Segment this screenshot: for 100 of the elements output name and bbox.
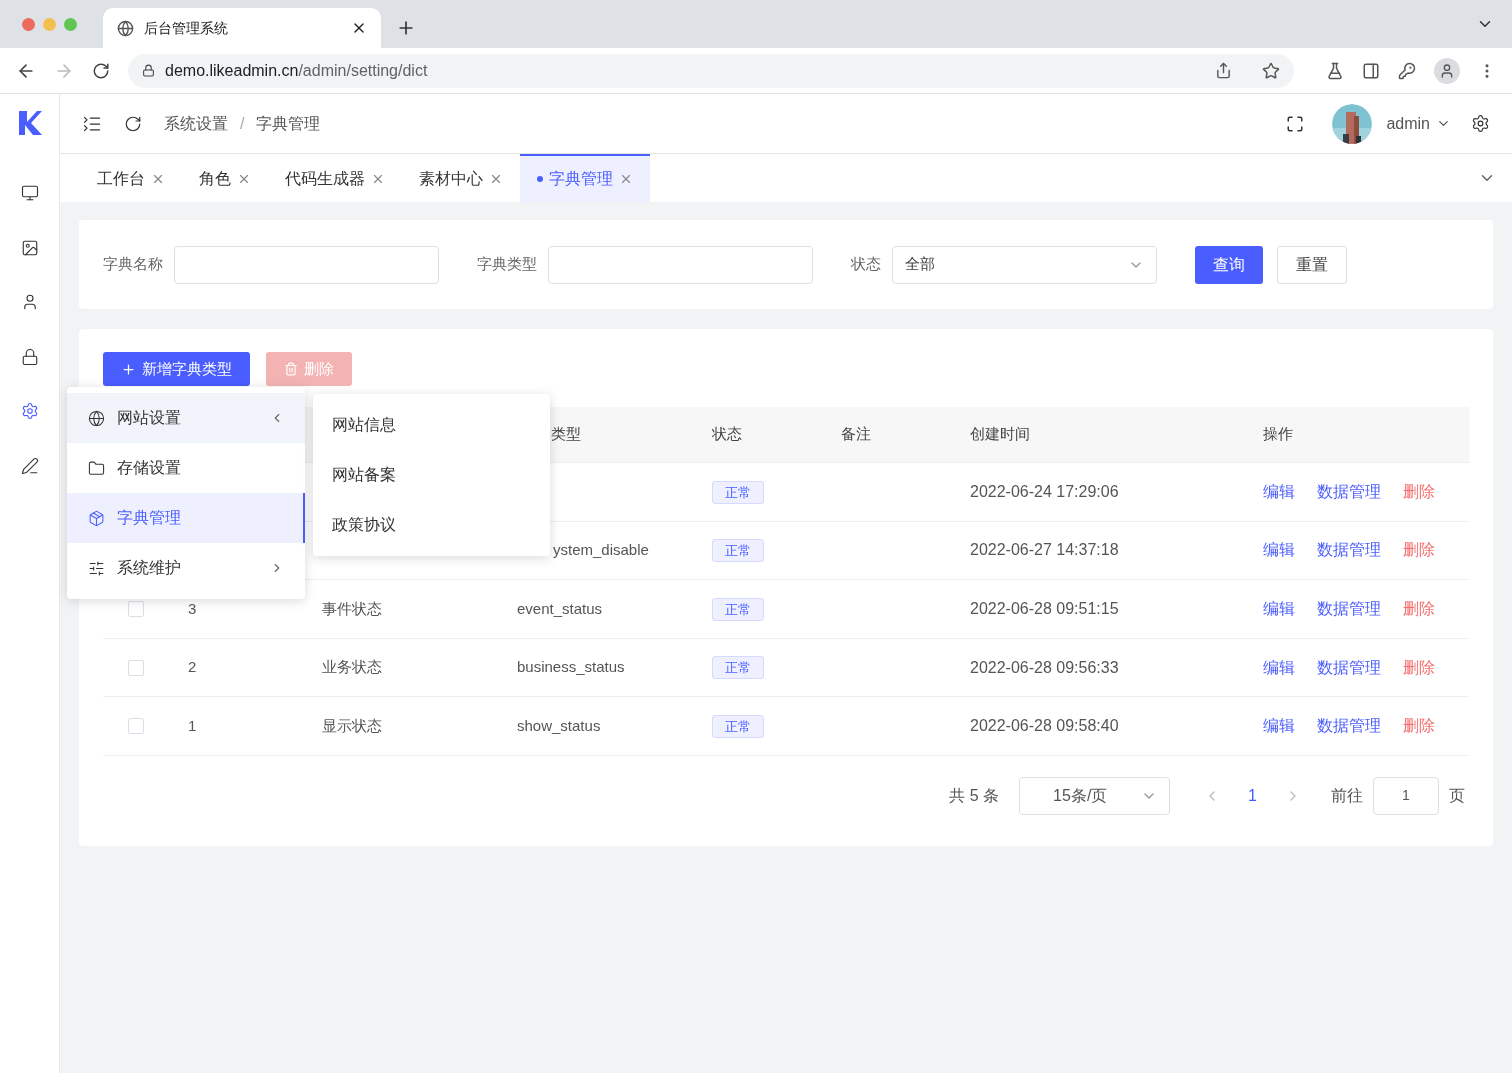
delete-link[interactable]: 删除 [1403,538,1435,563]
user-dropdown[interactable]: admin [1386,111,1451,136]
goto-label: 前往 [1331,785,1363,806]
submenu-item[interactable]: 网站备案 [313,450,550,500]
page-tab[interactable]: 字典管理 [520,154,650,202]
delete-link[interactable]: 删除 [1403,597,1435,621]
menu-item[interactable]: 系统维护 [67,543,305,593]
url-text: demo.likeadmin.cn/admin/setting/dict [165,60,429,81]
table-cell: 2022-06-24 17:29:06 [970,482,1119,500]
fullscreen-icon[interactable] [1286,114,1305,133]
table-cell: ystem_disable [553,541,649,559]
edit-link[interactable]: 编辑 [1263,538,1295,563]
edit-link[interactable]: 编辑 [1263,597,1295,621]
status-select[interactable]: 全部 [892,245,1157,284]
data-manage-link[interactable]: 数据管理 [1317,714,1381,739]
status-tag: 正常 [712,714,764,738]
edit-link[interactable]: 编辑 [1263,655,1295,680]
plus-icon [121,361,136,377]
page-size-select[interactable]: 15条/页 [1019,776,1171,815]
breadcrumb-item: 字典管理 [256,113,321,134]
table-cell: 2022-06-28 09:56:33 [970,658,1119,676]
data-manage-link[interactable]: 数据管理 [1317,479,1381,504]
row-checkbox[interactable] [127,718,144,735]
status-tag: 正常 [712,480,764,504]
browser-tab[interactable]: 后台管理系统 [103,8,381,48]
flask-icon[interactable] [1326,61,1344,80]
breadcrumb-separator: / [240,113,245,134]
address-bar[interactable]: demo.likeadmin.cn/admin/setting/dict [128,53,1294,88]
globe-icon [117,19,134,37]
status-tag: 正常 [712,597,764,621]
menu-item[interactable]: 存储设置 [67,443,305,493]
delete-link[interactable]: 删除 [1403,714,1435,739]
search-field[interactable] [174,245,439,284]
reload-icon[interactable] [92,61,110,80]
table-cell: event_status [517,599,603,617]
image-icon[interactable] [20,238,39,257]
monitor-icon[interactable] [20,184,39,203]
globe-icon [88,409,105,427]
edit-link[interactable]: 编辑 [1263,479,1295,504]
trash-icon [284,362,298,376]
page-tab[interactable]: 代码生成器 [268,154,402,202]
pen-icon[interactable] [20,456,39,475]
page-tab[interactable]: 工作台 [80,154,182,202]
table-cell: business_status [517,658,625,676]
share-icon[interactable] [1215,62,1232,79]
settings-icon[interactable] [1471,114,1490,133]
status-tag: 正常 [712,539,764,563]
profile-icon[interactable] [1434,57,1460,84]
submenu-item[interactable]: 政策协议 [313,500,550,550]
column-header: 操作 [1263,425,1293,443]
key-icon[interactable] [1398,61,1416,80]
data-manage-link[interactable]: 数据管理 [1317,597,1381,621]
table-cell: 事件状态 [322,599,382,617]
query-button[interactable]: 查询 [1195,245,1263,284]
logo-icon [16,110,43,136]
table-cell: 2022-06-28 09:58:40 [970,717,1119,735]
folder-icon [88,459,105,477]
sliders-icon [88,559,105,577]
lock-icon [142,64,155,77]
table-cell: show_status [517,716,601,734]
menu-item[interactable]: 网站设置 [67,393,305,443]
tab-title: 后台管理系统 [144,18,229,38]
data-manage-link[interactable]: 数据管理 [1317,655,1381,680]
reset-button[interactable]: 重置 [1277,245,1347,284]
goto-page-field[interactable]: 1 [1373,776,1439,815]
row-checkbox[interactable] [127,659,144,676]
edit-link[interactable]: 编辑 [1263,714,1295,739]
star-icon[interactable] [1262,61,1280,80]
menu-item[interactable]: 字典管理 [67,493,305,543]
refresh-icon[interactable] [124,114,142,133]
add-button[interactable]: 新增字典类型 [103,352,250,386]
search-field[interactable] [548,245,813,284]
column-header: 状态 [712,425,742,443]
data-manage-link[interactable]: 数据管理 [1317,538,1381,563]
total-count: 共 5 条 [949,785,1000,806]
lock-icon[interactable] [20,347,39,366]
breadcrumb-item[interactable]: 系统设置 [164,111,228,136]
box-icon [88,509,105,527]
column-header: 备注 [841,425,871,443]
row-checkbox[interactable] [127,601,144,617]
table-cell: 业务状态 [322,658,382,676]
page-unit-label: 页 [1449,785,1465,806]
column-header: 创建时间 [970,425,1030,443]
table-cell: 2 [188,658,197,676]
field-label: 字典类型 [477,254,537,275]
page-tab[interactable]: 素材中心 [402,154,520,202]
side-panel-icon[interactable] [1362,61,1380,80]
status-tag: 正常 [712,656,764,680]
page-number[interactable]: 1 [1248,783,1257,808]
table-cell: 2022-06-28 09:51:15 [970,600,1119,617]
page-tab[interactable]: 角色 [182,154,268,202]
table-cell: 显示状态 [322,716,382,734]
delete-link[interactable]: 删除 [1403,479,1435,504]
table-cell: 3 [188,599,197,617]
table-cell: 1 [188,716,197,734]
field-label: 字典名称 [103,254,163,275]
column-header: 类型 [551,425,581,443]
submenu-item[interactable]: 网站信息 [313,400,550,450]
field-label: 状态 [851,254,881,275]
delete-link[interactable]: 删除 [1403,655,1435,680]
